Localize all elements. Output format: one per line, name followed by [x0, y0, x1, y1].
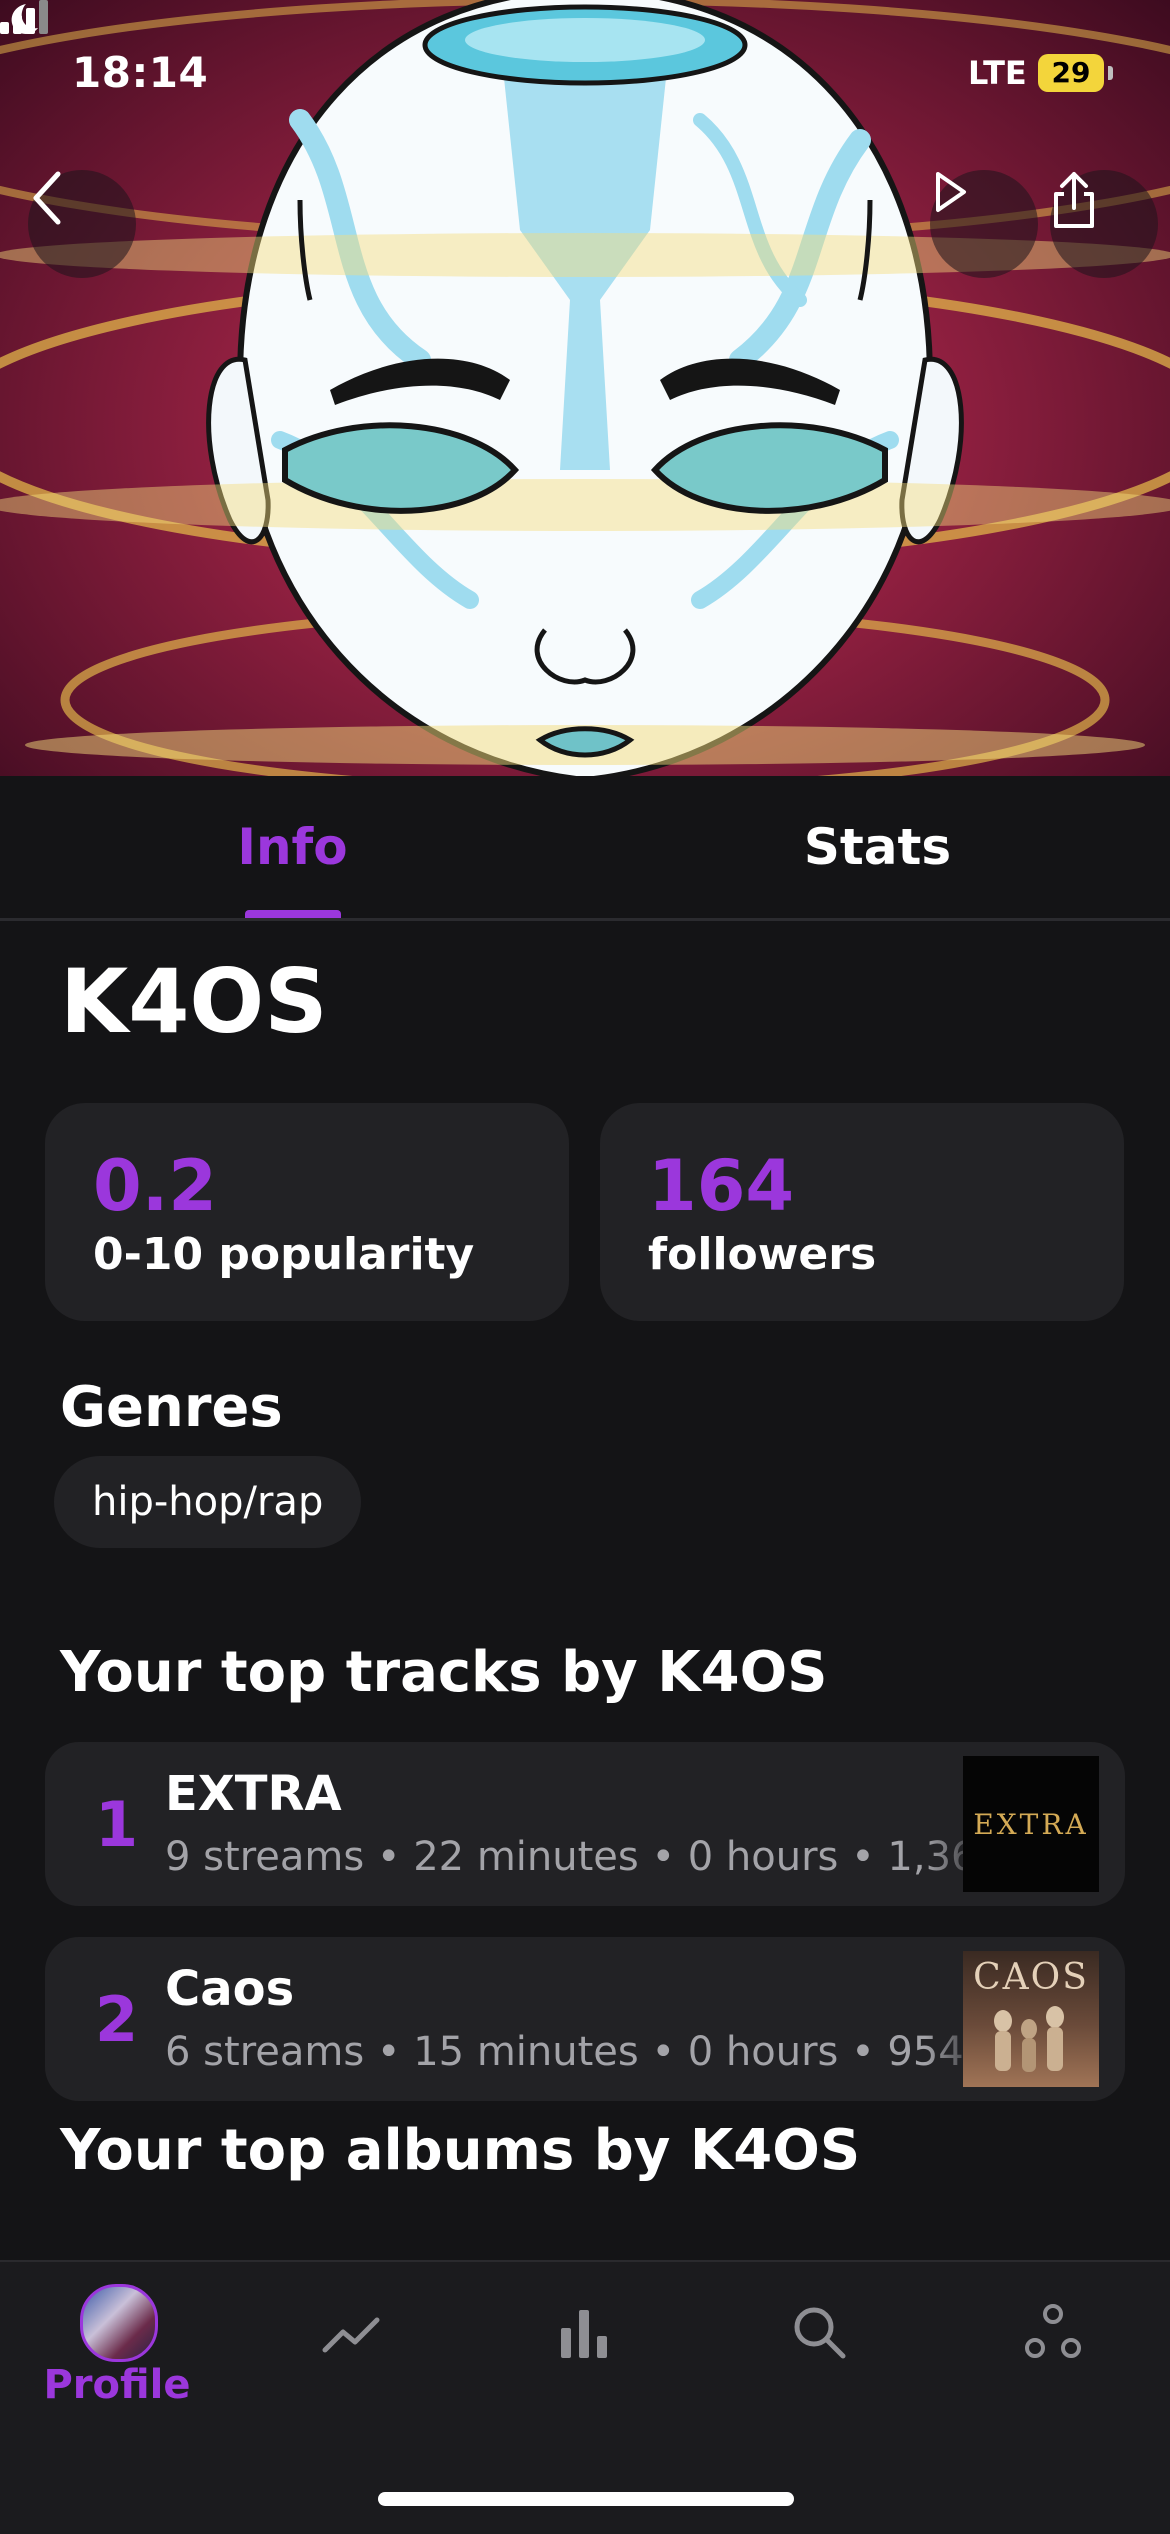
status-bar: 18:14 LTE 29 [0, 0, 1170, 150]
track-title: Caos [165, 1961, 295, 2017]
status-time: 18:14 [72, 48, 209, 97]
chevron-left-icon [33, 171, 61, 225]
network-label: LTE [968, 54, 1027, 92]
nav-profile-label: Profile [43, 2362, 191, 2408]
track-meta: 9 streams • 22 minutes • 0 hours • 1,361 [165, 1834, 985, 1880]
nav-charts[interactable] [468, 2262, 702, 2442]
genres-title: Genres [60, 1375, 283, 1440]
genre-chip[interactable]: hip-hop/rap [54, 1456, 362, 1548]
battery-indicator: 29 [1038, 54, 1104, 92]
tab-info[interactable]: Info [0, 776, 585, 918]
track-rank: 1 [95, 1788, 139, 1861]
nav-search[interactable] [702, 2262, 936, 2442]
artist-name: K4OS [60, 950, 328, 1053]
trend-line-icon [322, 2317, 380, 2353]
track-title: EXTRA [165, 1766, 342, 1822]
play-icon [936, 172, 966, 212]
popularity-card: 0.2 0-10 popularity [45, 1103, 569, 1321]
popularity-label: 0-10 popularity [93, 1229, 475, 1280]
nav-more[interactable] [936, 2262, 1170, 2442]
nav-trends[interactable] [234, 2262, 468, 2442]
artwork-figures [994, 2006, 1064, 2072]
track-rank: 2 [95, 1983, 139, 2056]
share-icon [1054, 172, 1094, 228]
signal-icon [0, 0, 48, 34]
track-artwork: EXTRA [963, 1756, 1099, 1892]
artwork-label: EXTRA [973, 1807, 1089, 1841]
avatar [80, 2284, 158, 2362]
battery-tip [1108, 66, 1113, 80]
nav-profile[interactable]: Profile [0, 2262, 234, 2442]
play-button[interactable] [930, 170, 1038, 278]
back-button[interactable] [28, 170, 136, 278]
followers-card: 164 followers [600, 1103, 1124, 1321]
search-icon [794, 2307, 846, 2359]
more-circles-icon [1025, 2304, 1081, 2358]
tab-stats[interactable]: Stats [585, 776, 1170, 918]
track-row[interactable]: 1 EXTRA 9 streams • 22 minutes • 0 hours… [45, 1742, 1125, 1906]
bar-chart-icon [561, 2310, 607, 2358]
track-artwork: CAOS [963, 1951, 1099, 2087]
followers-label: followers [648, 1229, 877, 1280]
top-tracks-title: Your top tracks by K4OS [60, 1640, 828, 1705]
popularity-value: 0.2 [93, 1145, 218, 1227]
home-indicator[interactable] [378, 2492, 794, 2506]
tab-bar: Info Stats [0, 776, 1170, 921]
followers-value: 164 [648, 1145, 795, 1227]
track-meta: 6 streams • 15 minutes • 0 hours • 954 s [165, 2029, 985, 2075]
artist-hero-image: 18:14 LTE 29 [0, 0, 1170, 776]
track-row[interactable]: 2 Caos 6 streams • 15 minutes • 0 hours … [45, 1937, 1125, 2101]
active-tab-indicator [245, 910, 341, 918]
share-button[interactable] [1050, 170, 1158, 278]
top-albums-title: Your top albums by K4OS [60, 2118, 861, 2183]
